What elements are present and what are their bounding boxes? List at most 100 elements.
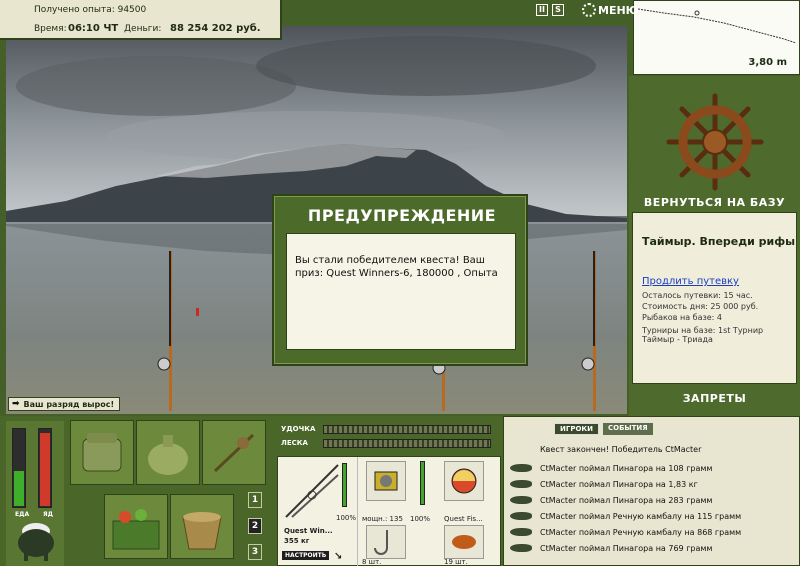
depth-value: 3,80 m bbox=[748, 57, 787, 68]
basket-slot[interactable] bbox=[104, 494, 168, 559]
tournaments: Турниры на базе: 1st Турнир Таймыр - Три… bbox=[642, 326, 764, 344]
hook-count: 8 шт. bbox=[362, 558, 382, 566]
arrow-down-right-icon: ↘ bbox=[334, 551, 343, 562]
dialog-title: ПРЕДУПРЕЖДЕНИЕ bbox=[307, 206, 497, 225]
bucket-icon bbox=[182, 512, 222, 550]
money-label: Деньги: bbox=[124, 24, 162, 34]
fishers-count: Рыбаков на базе: 4 bbox=[642, 313, 722, 322]
fish-icon bbox=[510, 528, 532, 536]
lure-slot[interactable] bbox=[444, 525, 484, 559]
day-cost: Стоимость дня: 25 000 руб. bbox=[642, 302, 759, 311]
status-bars: ЕДА ЯД bbox=[6, 421, 64, 566]
time-value: 06:10 ЧТ bbox=[68, 23, 119, 34]
rank-text: Ваш разряд вырос! bbox=[23, 399, 115, 409]
tab-players[interactable]: ИГРОКИ bbox=[554, 423, 599, 435]
ship-wheel-icon[interactable] bbox=[665, 92, 765, 192]
list-item: CtMacter поймал Пинагора на 283 грамм bbox=[510, 492, 712, 508]
extend-trip-link[interactable]: Продлить путевку bbox=[642, 276, 739, 287]
message-text: CtMacter поймал Речную камбалу на 868 гр… bbox=[540, 527, 742, 537]
adjust-button[interactable]: НАСТРОИТЬ bbox=[282, 551, 330, 560]
list-item: CtMacter поймал Пинагора на 1,83 кг bbox=[510, 476, 698, 492]
backpack-icon bbox=[82, 433, 122, 472]
back-to-base-button[interactable]: ВЕРНУТЬСЯ НА БАЗУ bbox=[629, 196, 800, 209]
tab-events[interactable]: СОБЫТИЯ bbox=[602, 423, 653, 435]
location-title: Таймыр. Впереди рифы bbox=[642, 235, 796, 248]
pause-button[interactable]: II bbox=[536, 4, 548, 16]
poison-fill bbox=[40, 433, 50, 506]
fish-icon bbox=[510, 480, 532, 488]
bucket-slot[interactable] bbox=[170, 494, 234, 559]
list-item: CtMacter поймал Пинагора на 769 грамм bbox=[510, 540, 712, 556]
gear-icon bbox=[582, 3, 596, 17]
fish-icon bbox=[510, 496, 532, 504]
tools-icon bbox=[213, 433, 255, 473]
cauldron-icon[interactable] bbox=[14, 513, 58, 563]
rod-durability-fill bbox=[343, 464, 346, 506]
shrimp-icon bbox=[452, 535, 476, 549]
chat-panel: ИГРОКИ СОБЫТИЯ Квест закончен! Победител… bbox=[503, 416, 800, 566]
right-panel: ВЕРНУТЬСЯ НА БАЗУ Таймыр. Впереди рифы П… bbox=[629, 76, 800, 416]
tackle-panel: УДОЧКА ЛЕСКА 100% Quest Win... 355 кг НА… bbox=[277, 420, 501, 566]
hook-slot[interactable] bbox=[366, 525, 406, 559]
list-item: CtMacter поймал Пинагора на 108 грамм bbox=[510, 460, 712, 476]
bottom-panel: ЕДА ЯД 1 2 3 УДОЧКА ЛЕСКА 100% Quest Win… bbox=[0, 416, 800, 566]
list-item: CtMacter поймал Речную камбалу на 868 гр… bbox=[510, 524, 741, 540]
food-fill bbox=[14, 470, 24, 506]
rod-tension-bar bbox=[323, 424, 491, 434]
line-label: ЛЕСКА bbox=[281, 439, 308, 447]
quest-finished-message: Квест закончен! Победитель CtMacter bbox=[540, 445, 702, 454]
rod-name: Quest Win... bbox=[284, 527, 333, 535]
fish-icon bbox=[510, 512, 532, 520]
menu-button[interactable]: МЕНЮ bbox=[582, 3, 639, 17]
location-info: Таймыр. Впереди рифы Продлить путевку Ос… bbox=[632, 212, 797, 384]
list-item: CtMacter поймал Речную камбалу на 115 гр… bbox=[510, 508, 741, 524]
rod-durability-bar bbox=[342, 463, 347, 507]
reel-durability-bar bbox=[420, 461, 425, 505]
message-text: CtMacter поймал Пинагора на 1,83 кг bbox=[540, 479, 698, 489]
sack-icon bbox=[148, 435, 188, 475]
message-text: CtMacter поймал Пинагора на 108 грамм bbox=[540, 463, 713, 473]
bag-slot[interactable] bbox=[136, 420, 200, 485]
line-tension-bar bbox=[323, 438, 491, 448]
rank-notification[interactable]: ➡ Ваш разряд вырос! bbox=[8, 397, 121, 411]
dialog-message: Вы стали победителем квеста! Ваш приз: Q… bbox=[286, 233, 516, 350]
player-info-panel: Получено опыта: 94500 Время: 06:10 ЧТ Де… bbox=[0, 0, 282, 40]
menu-label: МЕНЮ bbox=[598, 3, 639, 17]
lure-count: 19 шт. bbox=[444, 558, 468, 566]
bait-name: Quest Fis... bbox=[444, 515, 483, 523]
backpack-slot[interactable] bbox=[70, 420, 134, 485]
reel-icon bbox=[374, 471, 398, 491]
game-window: Получено опыта: 94500 Время: 06:10 ЧТ Де… bbox=[0, 0, 800, 566]
time-label: Время: bbox=[34, 24, 67, 34]
rod-label: УДОЧКА bbox=[281, 425, 316, 433]
fish-icon bbox=[510, 464, 532, 472]
poison-bar bbox=[38, 428, 52, 508]
reel-durability-fill bbox=[421, 462, 424, 504]
arrow-right-icon: ➡ bbox=[12, 399, 20, 409]
message-text: CtMacter поймал Речную камбалу на 115 гр… bbox=[540, 511, 742, 521]
page-3-button[interactable]: 3 bbox=[248, 544, 262, 560]
line-row: ЛЕСКА bbox=[277, 437, 491, 449]
rod-pct: 100% bbox=[336, 514, 357, 522]
hook-icon bbox=[374, 530, 388, 555]
rod-icon bbox=[285, 464, 339, 518]
reel-power: мощн.: 135 bbox=[362, 515, 403, 523]
rod-row: УДОЧКА bbox=[277, 423, 491, 435]
food-bar bbox=[12, 428, 26, 508]
bans-button[interactable]: ЗАПРЕТЫ bbox=[629, 392, 800, 405]
fish-icon bbox=[510, 544, 532, 552]
lure-ball-icon bbox=[451, 468, 477, 494]
experience-text: Получено опыта: 94500 bbox=[34, 5, 147, 15]
tools-slot[interactable] bbox=[202, 420, 266, 485]
trip-remaining: Осталось путевки: 15 час. bbox=[642, 291, 753, 300]
page-1-button[interactable]: 1 bbox=[248, 492, 262, 508]
bait-slot[interactable] bbox=[444, 461, 484, 501]
page-2-button[interactable]: 2 bbox=[248, 518, 262, 534]
money-value: 88 254 202 руб. bbox=[170, 23, 261, 34]
sound-button[interactable]: S bbox=[552, 4, 564, 16]
rod-slot[interactable]: 100% Quest Win... 355 кг НАСТРОИТЬ ↘ bbox=[278, 457, 358, 566]
reel-slot[interactable] bbox=[366, 461, 406, 501]
warning-dialog[interactable]: ПРЕДУПРЕЖДЕНИЕ Вы стали победителем квес… bbox=[272, 194, 528, 366]
chat-tabs: ИГРОКИ СОБЫТИЯ bbox=[554, 423, 653, 435]
basket-icon bbox=[112, 509, 160, 550]
